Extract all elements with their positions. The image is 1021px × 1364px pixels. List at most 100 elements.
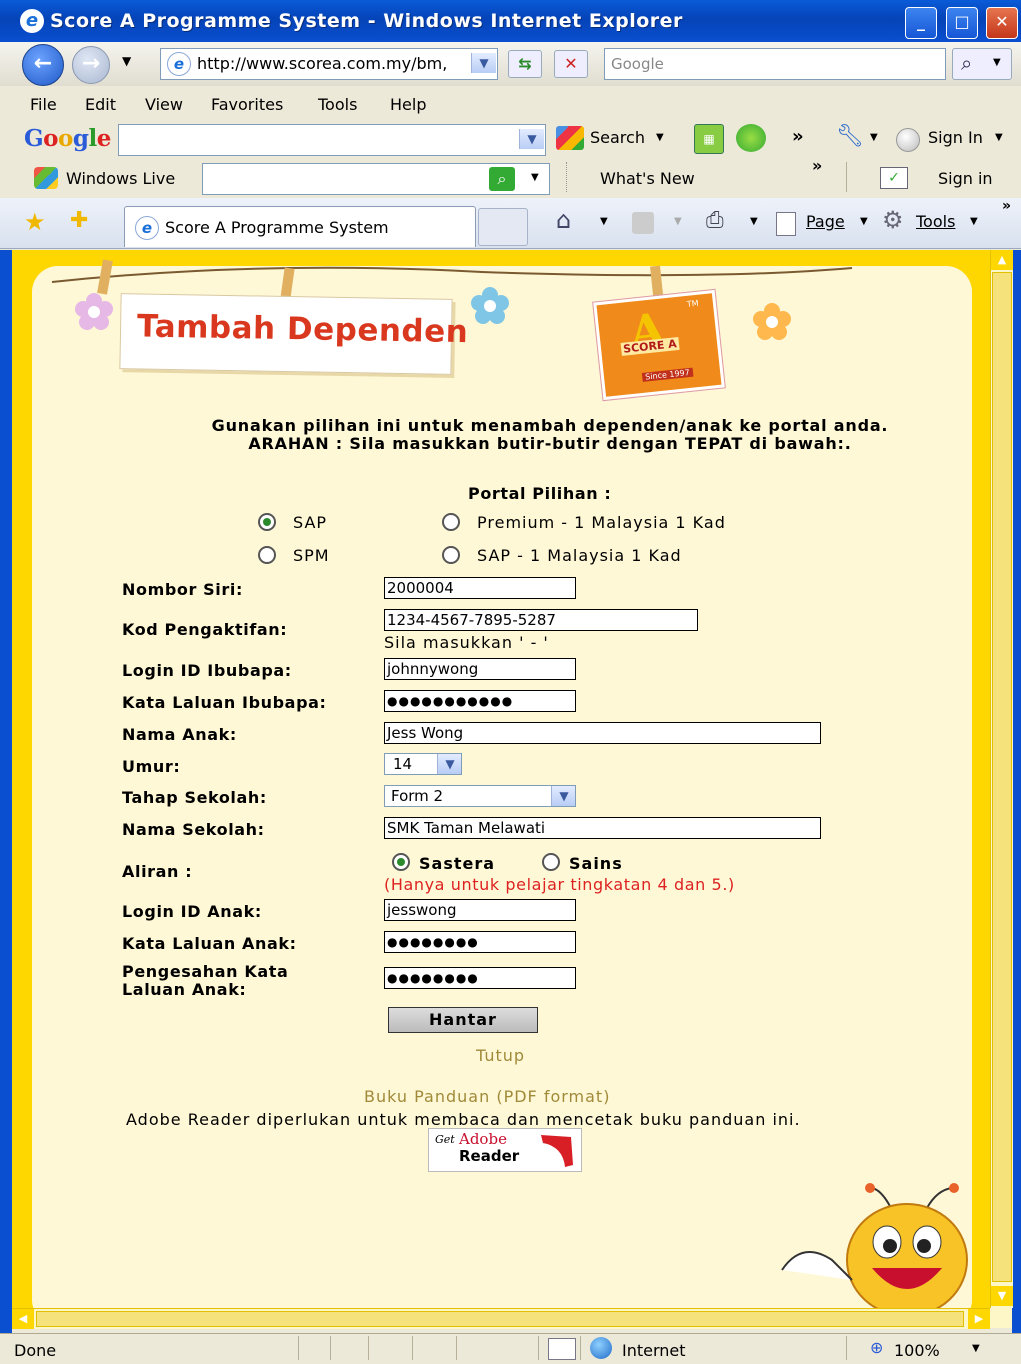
mail-icon[interactable]: ✓: [880, 167, 908, 189]
live-search-icon[interactable]: ⌕: [489, 167, 515, 191]
bee-mascot: [781, 1183, 968, 1308]
hscroll-thumb[interactable]: [36, 1311, 964, 1327]
chevron-down-icon[interactable]: ▼: [531, 172, 539, 183]
intro-line-2: ARAHAN : Sila masukkan butir-butir denga…: [248, 434, 852, 453]
more-chevron-icon[interactable]: »: [812, 156, 822, 175]
home-icon[interactable]: ⌂: [556, 206, 571, 234]
tahap-sekolah-select[interactable]: Form 2 ▼: [384, 785, 576, 807]
nama-sekolah-input[interactable]: SMK Taman Melawati: [384, 817, 821, 839]
zoom-level[interactable]: 100%: [894, 1341, 940, 1360]
menu-edit[interactable]: Edit: [85, 95, 116, 114]
scroll-down-button[interactable]: ▼: [991, 1286, 1013, 1306]
label-tahap-sekolah: Tahap Sekolah:: [122, 788, 267, 807]
refresh-icon[interactable]: ⇆: [508, 50, 542, 78]
portal-radio-spm[interactable]: [258, 546, 276, 564]
chevron-down-icon[interactable]: ▼: [995, 132, 1003, 143]
nama-anak-input[interactable]: Jess Wong: [384, 722, 821, 744]
menu-help[interactable]: Help: [390, 95, 426, 114]
get-adobe-reader-badge[interactable]: Get Adobe Reader: [428, 1128, 582, 1172]
status-divider: [368, 1336, 369, 1360]
stop-icon[interactable]: ✕: [554, 50, 588, 78]
horizontal-scrollbar[interactable]: ◀ ▶: [12, 1308, 990, 1329]
aliran-radio-sains[interactable]: [542, 853, 560, 871]
tutup-link[interactable]: Tutup: [476, 1046, 525, 1065]
chevron-down-icon[interactable]: ▼: [656, 132, 664, 143]
menu-favorites[interactable]: Favorites: [211, 95, 283, 114]
portal-radio-sap[interactable]: [258, 513, 276, 531]
status-divider: [412, 1336, 413, 1360]
scroll-up-button[interactable]: ▲: [991, 250, 1013, 270]
windows-live-search-input[interactable]: ⌕ ▼: [202, 163, 550, 195]
history-dropdown-icon[interactable]: ▼: [122, 54, 131, 68]
google-search-button[interactable]: Search: [590, 128, 645, 147]
chevron-down-icon[interactable]: ▼: [750, 216, 758, 227]
protected-mode-icon[interactable]: [548, 1338, 576, 1360]
toolbar-divider: [846, 162, 847, 192]
scroll-left-button[interactable]: ◀: [12, 1309, 34, 1329]
tools-menu[interactable]: Tools: [916, 212, 955, 231]
menu-view[interactable]: View: [145, 95, 183, 114]
umur-select[interactable]: 14 ▼: [384, 753, 462, 775]
address-dropdown-icon[interactable]: ▼: [471, 53, 496, 73]
tab-score-a[interactable]: e Score A Programme System: [124, 206, 476, 247]
kod-pengaktifan-input[interactable]: 1234-4567-7895-5287: [384, 609, 698, 631]
address-bar[interactable]: e http://www.scorea.com.my/bm, ▼: [160, 48, 498, 80]
pagerank-icon[interactable]: ▦: [694, 124, 724, 154]
close-button[interactable]: ✕: [986, 7, 1018, 39]
live-sign-in[interactable]: Sign in: [938, 169, 993, 188]
scroll-thumb[interactable]: [992, 272, 1012, 1282]
search-button[interactable]: ⌕ ▼: [952, 48, 1012, 80]
more-chevron-icon[interactable]: »: [1002, 198, 1011, 214]
label-nombor-siri: Nombor Siri:: [122, 580, 243, 599]
portal-radio-sap-1m1k[interactable]: [442, 546, 460, 564]
kod-pengaktifan-hint: Sila masukkan ' - ': [384, 633, 549, 652]
login-ibubapa-input[interactable]: johnnywong: [384, 658, 576, 680]
back-button[interactable]: ←: [22, 44, 64, 86]
add-favorites-icon[interactable]: ✚: [70, 208, 88, 233]
spell-check-icon[interactable]: [736, 124, 766, 152]
label-aliran: Aliran :: [122, 862, 193, 881]
gear-icon: ⚙: [882, 206, 904, 234]
chevron-down-icon[interactable]: ▼: [970, 216, 978, 227]
google-dropdown-icon[interactable]: ▼: [519, 129, 544, 149]
portal-label-sap-1m1k: SAP - 1 Malaysia 1 Kad: [477, 546, 682, 565]
status-divider: [580, 1336, 581, 1360]
vertical-scrollbar[interactable]: ▲ ▼: [990, 250, 1013, 1308]
new-tab-button[interactable]: [478, 208, 528, 246]
wrench-icon[interactable]: 🔧︎: [836, 124, 864, 149]
print-icon[interactable]: ⎙: [706, 208, 724, 233]
tab-label: Score A Programme System: [165, 218, 389, 237]
page-icon: [776, 212, 796, 236]
hantar-button[interactable]: Hantar: [388, 1007, 538, 1033]
feeds-icon[interactable]: [632, 212, 654, 234]
chevron-down-icon[interactable]: ▼: [972, 1343, 980, 1354]
kata-laluan-anak-input[interactable]: ●●●●●●●●: [384, 931, 576, 953]
portal-radio-premium[interactable]: [442, 513, 460, 531]
aliran-radio-sastera[interactable]: [392, 853, 410, 871]
favorites-star-icon[interactable]: ★: [24, 208, 46, 236]
kata-laluan-ibubapa-input[interactable]: ●●●●●●●●●●●: [384, 690, 576, 712]
login-anak-input[interactable]: jesswong: [384, 899, 576, 921]
aliran-note: (Hanya untuk pelajar tingkatan 4 dan 5.): [384, 875, 735, 894]
zoom-icon[interactable]: ⊕: [870, 1338, 883, 1357]
maximize-button[interactable]: □: [946, 7, 978, 39]
minimize-button[interactable]: _: [905, 7, 937, 39]
chevron-down-icon[interactable]: ▼: [870, 132, 878, 143]
forward-button[interactable]: →: [72, 46, 110, 84]
chevron-down-icon[interactable]: ▼: [860, 216, 868, 227]
nombor-siri-input[interactable]: 2000004: [384, 577, 576, 599]
chevron-down-icon[interactable]: ▼: [600, 216, 608, 227]
menu-tools[interactable]: Tools: [318, 95, 357, 114]
more-chevron-icon[interactable]: »: [792, 126, 804, 147]
account-icon: [896, 128, 920, 152]
scroll-right-button[interactable]: ▶: [968, 1309, 990, 1329]
windows-live-icon: [34, 167, 58, 189]
menu-file[interactable]: File: [30, 95, 57, 114]
google-search-input[interactable]: ▼: [118, 124, 546, 156]
search-input[interactable]: Google: [604, 48, 946, 80]
pengesahan-input[interactable]: ●●●●●●●●: [384, 967, 576, 989]
buku-panduan-link[interactable]: Buku Panduan (PDF format): [364, 1087, 610, 1106]
google-sign-in[interactable]: Sign In: [928, 128, 983, 147]
whats-new-link[interactable]: What's New: [600, 169, 695, 188]
page-menu[interactable]: Page: [806, 212, 845, 231]
